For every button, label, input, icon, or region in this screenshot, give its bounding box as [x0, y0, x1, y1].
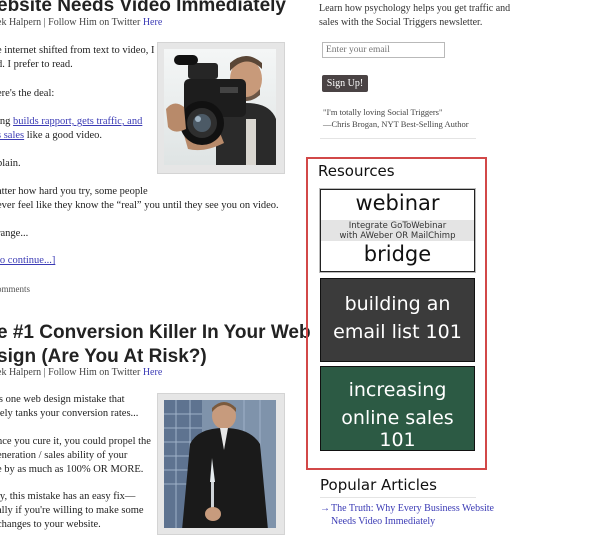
paragraph-text: like a good video.	[24, 130, 102, 141]
popular-articles-heading: Popular Articles	[320, 476, 437, 494]
paragraph-line: tely tanks your conversion rates...	[0, 408, 139, 419]
divider	[320, 497, 476, 498]
popular-article-line[interactable]: The Truth: Why Every Business Website	[331, 502, 494, 515]
paragraph-line: ever feel like they know the “real” you …	[0, 200, 279, 211]
twitter-link[interactable]: Here	[143, 17, 162, 28]
email-list-101-banner[interactable]: building an email list 101	[320, 278, 475, 362]
paragraph-line: ly, this mistake has an easy fix—	[0, 491, 136, 502]
post-paragraph: ing builds rapport, gets traffic, and s …	[0, 115, 142, 143]
arrow-right-icon: →	[320, 503, 330, 514]
post-paragraph: atter how hard you try, some people ever…	[0, 185, 279, 213]
banner-sales-line2: online sales 101	[341, 407, 454, 451]
testimonial-quote: "I'm totally loving Social Triggers"	[323, 107, 443, 117]
email-input[interactable]	[322, 42, 445, 58]
twitter-link[interactable]: Here	[143, 367, 162, 378]
businessman-knife-photo	[164, 400, 278, 528]
banner-webinar-top: webinar	[355, 191, 440, 215]
post-paragraph: ere's the deal:	[0, 88, 55, 99]
popular-article-link[interactable]: The Truth: Why Every Business Website Ne…	[331, 502, 494, 528]
comments-link[interactable]: omments	[0, 284, 30, 294]
post-title[interactable]: ebsite Needs Video Immediately	[0, 0, 286, 18]
paragraph-line: ally if you're willing to make some	[0, 505, 144, 516]
online-sales-101-banner[interactable]: increasing online sales 101	[320, 366, 475, 451]
paragraph-line: e internet shifted from text to video, I	[0, 45, 155, 56]
testimonial: "I'm totally loving Social Triggers" —Ch…	[323, 106, 469, 130]
paragraph-text: ing	[0, 116, 11, 127]
post-paragraph: ly, this mistake has an easy fix— ally i…	[0, 490, 144, 532]
post-title[interactable]: e #1 Conversion Killer In Your Web sign …	[0, 321, 311, 369]
newsletter-intro-line: Learn how psychology helps you get traff…	[319, 3, 511, 14]
banner-webinar-subtitle: Integrate GoToWebinar with AWeber OR Mai…	[321, 221, 474, 241]
paragraph-line: eneration / sales ability of your	[0, 450, 128, 461]
paragraph-line: 's one web design mistake that	[0, 394, 125, 405]
newsletter-intro-line: sales with the Social Triggers newslette…	[319, 17, 483, 28]
post-paragraph: plain.	[0, 158, 21, 169]
banner-email-line1: building an	[344, 293, 451, 315]
post-meta-author: ek Halpern | Follow Him on Twitter	[0, 367, 143, 378]
resources-heading: Resources	[318, 162, 395, 180]
inline-link[interactable]: s sales	[0, 130, 24, 141]
webinar-bridge-banner[interactable]: webinar Integrate GoToWebinar with AWebe…	[320, 189, 475, 272]
paragraph-line: changes to your website.	[0, 519, 101, 530]
post-paragraph: range...	[0, 228, 29, 239]
banner-webinar-subtitle-line: with AWeber OR MailChimp	[339, 231, 456, 241]
banner-webinar-subtitle-line: Integrate GoToWebinar	[348, 221, 447, 231]
banner-email-line2: email list 101	[333, 321, 462, 343]
testimonial-author: —Chris Brogan, NYT Best-Selling Author	[323, 119, 469, 129]
post-image-frame	[157, 393, 285, 535]
businessman-illustration	[164, 400, 276, 528]
paragraph-line: d. I prefer to read.	[0, 59, 73, 70]
post-meta-author: ek Halpern | Follow Him on Twitter	[0, 17, 143, 28]
post-meta: ek Halpern | Follow Him on Twitter Here	[0, 367, 162, 378]
signup-button[interactable]: Sign Up!	[322, 75, 368, 92]
post-title-line[interactable]: sign (Are You At Risk?)	[0, 345, 311, 369]
post-title-line[interactable]: e #1 Conversion Killer In Your Web	[0, 321, 311, 345]
videographer-photo	[164, 49, 278, 167]
banner-sales-line1: increasing	[348, 379, 447, 401]
videographer-illustration	[164, 49, 276, 165]
paragraph-line: atter how hard you try, some people	[0, 186, 148, 197]
paragraph-line: e by as much as 100% OR MORE.	[0, 464, 144, 475]
divider	[320, 138, 476, 139]
banner-webinar-bottom: bridge	[363, 242, 432, 266]
paragraph-line: nce you cure it, you could propel the	[0, 436, 151, 447]
continue-reading-link[interactable]: to continue...]	[0, 254, 55, 268]
post-paragraph: e internet shifted from text to video, I…	[0, 44, 154, 72]
post-meta: ek Halpern | Follow Him on Twitter Here	[0, 17, 162, 28]
post-paragraph: 's one web design mistake that tely tank…	[0, 393, 138, 421]
continue-link-text[interactable]: to continue...]	[0, 255, 55, 266]
newsletter-intro: Learn how psychology helps you get traff…	[319, 2, 510, 30]
post-paragraph: nce you cure it, you could propel the en…	[0, 435, 151, 477]
post-image-frame	[157, 42, 285, 174]
popular-article-line[interactable]: Needs Video Immediately	[331, 515, 494, 528]
inline-link[interactable]: builds rapport, gets traffic, and	[13, 116, 142, 127]
